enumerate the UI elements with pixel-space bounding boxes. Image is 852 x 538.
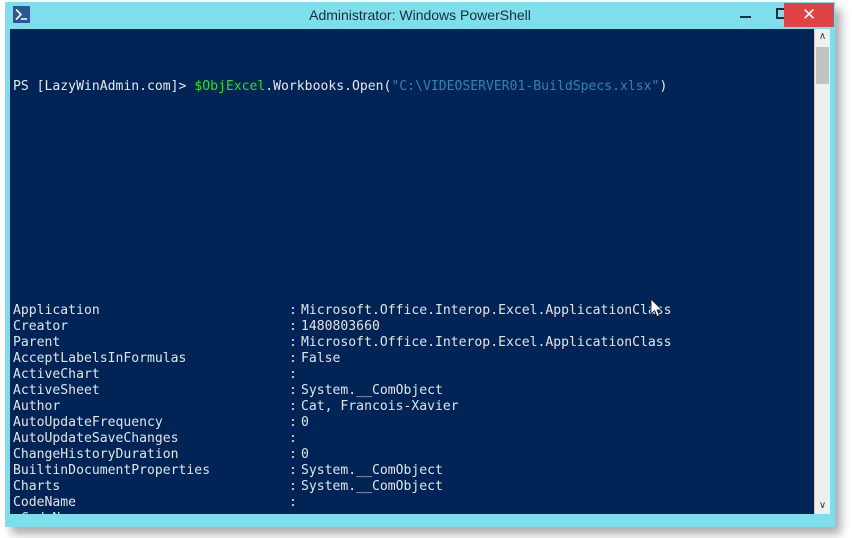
- window-title: Administrator: Windows PowerShell: [309, 7, 531, 23]
- property-separator: :: [289, 319, 297, 334]
- property-separator: :: [289, 511, 301, 514]
- property-row: AutoUpdateSaveChanges:: [13, 431, 803, 447]
- property-row: Application: Microsoft.Office.Interop.Exc…: [13, 303, 803, 319]
- property-name: Author: [13, 399, 61, 414]
- command-variable: $ObjExcel: [194, 79, 266, 94]
- property-value: Microsoft.Office.Interop.Excel.Applicati…: [301, 335, 672, 350]
- property-value: System.__ComObject: [301, 479, 443, 494]
- property-separator: :: [289, 415, 297, 430]
- property-separator: :: [289, 383, 297, 398]
- property-row: BuiltinDocumentProperties: System.__ComOb…: [13, 463, 803, 479]
- property-name: Charts: [13, 479, 61, 494]
- property-separator: :: [289, 303, 297, 318]
- property-name: AutoUpdateFrequency: [13, 415, 163, 430]
- property-separator: :: [289, 495, 297, 510]
- property-separator: :: [289, 367, 297, 382]
- property-name: AcceptLabelsInFormulas: [13, 351, 187, 366]
- property-row: CodeName:: [13, 495, 803, 511]
- property-value: 0: [301, 415, 309, 430]
- property-name: Creator: [13, 319, 69, 334]
- scroll-up-arrow-icon[interactable]: ∧: [815, 29, 830, 45]
- close-button[interactable]: ✕: [784, 3, 834, 27]
- property-row: ActiveChart:: [13, 367, 803, 383]
- property-value: Microsoft.Office.Interop.Excel.Applicati…: [301, 303, 672, 318]
- property-row: Parent: Microsoft.Office.Interop.Excel.Ap…: [13, 335, 803, 351]
- command-line: PS [LazyWinAdmin.com]> $ObjExcel.Workboo…: [13, 79, 803, 95]
- property-name: _CodeName: [13, 511, 289, 514]
- vertical-scrollbar[interactable]: ∧ ∨: [814, 29, 830, 514]
- property-value: 1480803660: [301, 319, 380, 334]
- property-separator: :: [289, 431, 297, 446]
- property-separator: :: [289, 447, 297, 462]
- property-separator: :: [289, 335, 297, 350]
- minimize-button[interactable]: [727, 2, 763, 26]
- property-row: AcceptLabelsInFormulas: False: [13, 351, 803, 367]
- prompt-text: PS [LazyWinAdmin.com]>: [13, 79, 195, 94]
- title-bar[interactable]: Administrator: Windows PowerShell ✕: [5, 2, 835, 29]
- property-row: Charts: System.__ComObject: [13, 479, 803, 495]
- scrollbar-thumb[interactable]: [816, 47, 829, 84]
- property-separator: :: [289, 479, 297, 494]
- property-row: ActiveSheet: System.__ComObject: [13, 383, 803, 399]
- property-value: Cat, Francois-Xavier: [301, 399, 459, 414]
- property-row: ChangeHistoryDuration:0: [13, 447, 803, 463]
- minimize-icon: [739, 16, 751, 19]
- property-value: System.__ComObject: [301, 383, 443, 398]
- property-row: _CodeName:: [13, 511, 803, 514]
- scrollbar-track[interactable]: [815, 45, 830, 498]
- scroll-down-arrow-icon[interactable]: ∨: [815, 498, 830, 514]
- property-name: Application: [13, 303, 100, 318]
- property-value: System.__ComObject: [301, 463, 443, 478]
- property-name: ActiveSheet: [13, 383, 100, 398]
- property-value: 0: [301, 447, 309, 462]
- property-separator: :: [289, 463, 297, 478]
- property-name: BuiltinDocumentProperties: [13, 463, 211, 478]
- property-name: CodeName: [13, 495, 77, 510]
- property-name: AutoUpdateSaveChanges: [13, 431, 179, 446]
- powershell-window: Administrator: Windows PowerShell ✕ PS […: [5, 2, 835, 527]
- console-text: PS [LazyWinAdmin.com]> $ObjExcel.Workboo…: [13, 31, 803, 514]
- property-row: Creator:1480803660: [13, 319, 803, 335]
- property-separator: :: [289, 399, 297, 414]
- property-name: Parent: [13, 335, 61, 350]
- property-row: Author: Cat, Francois-Xavier: [13, 399, 803, 415]
- property-list: Application: Microsoft.Office.Interop.Exc…: [13, 303, 803, 514]
- property-value: False: [301, 351, 341, 366]
- command-argument: "C:\VIDEOSERVER01-BuildSpecs.xlsx": [391, 79, 660, 94]
- console-output-area[interactable]: PS [LazyWinAdmin.com]> $ObjExcel.Workboo…: [10, 29, 830, 514]
- property-name: ActiveChart: [13, 367, 100, 382]
- property-name: ChangeHistoryDuration: [13, 447, 179, 462]
- property-separator: :: [289, 351, 297, 366]
- property-row: AutoUpdateFrequency:0: [13, 415, 803, 431]
- command-member: .Workbooks.Open(: [265, 79, 392, 94]
- command-close-paren: ): [659, 79, 668, 94]
